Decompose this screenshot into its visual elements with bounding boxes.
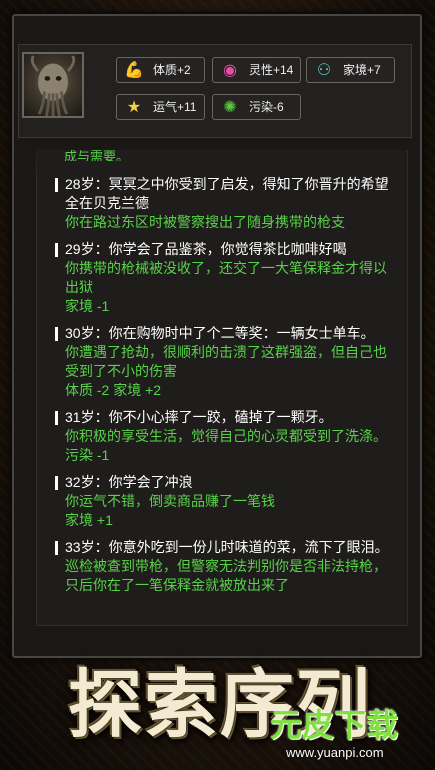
entry-event: 30岁：你在购物时中了个二等奖：一辆女士单车。 (55, 324, 399, 343)
watermark-url: www.yuanpi.com (286, 745, 384, 760)
entry-effect: 家境 -1 (65, 298, 110, 314)
brain-icon: ◉ (223, 62, 237, 79)
entry-outcome: 你遭遇了抢劫，很顺利的击溃了这群强盗，但自己也受到了不小的伤害 (65, 344, 387, 379)
entry-outcome: 巡检被查到带枪，但警察无法判别你是否非法持枪，只后你在了一笔保释金就被放出来了 (65, 558, 387, 593)
stat-label: 运气+11 (153, 100, 197, 114)
family-icon: ⚇ (316, 62, 332, 79)
virus-icon: ✺ (223, 99, 237, 116)
muscle-icon: 💪 (124, 62, 144, 79)
entry-outcome: 你运气不错，倒卖商品赚了一笔钱 (65, 493, 275, 509)
log-entries: 28岁：冥冥之中你受到了启发，得知了你晋升的希望全在贝克兰德 你在路过东区时被警… (55, 175, 399, 603)
log-entry: 32岁：你学会了冲浪 你运气不错，倒卖商品赚了一笔钱 家境 +1 (55, 473, 399, 530)
creature-portrait-icon (30, 55, 76, 116)
life-log[interactable]: 28岁：冥冥之中你受到了启发，得知了你晋升的希望全在贝克兰德 你在路过东区时被警… (36, 150, 408, 626)
stat-label: 体质+2 (153, 63, 191, 77)
log-entry: 30岁：你在购物时中了个二等奖：一辆女士单车。 你遭遇了抢劫，很顺利的击溃了这群… (55, 324, 399, 400)
entry-event: 28岁：冥冥之中你受到了启发，得知了你晋升的希望全在贝克兰德 (55, 175, 399, 213)
character-avatar[interactable] (22, 52, 84, 118)
entry-outcome: 你积极的享受生活，觉得自己的心灵都受到了洗涤。 (65, 428, 387, 444)
entry-outcome: 你携带的枪械被没收了，还交了一大笔保释金才得以出狱 (65, 260, 387, 295)
entry-effect: 污染 -1 (65, 447, 110, 463)
log-entry: 29岁：你学会了品鉴茶，你觉得茶比咖啡好喝 你携带的枪械被没收了，还交了一大笔保… (55, 240, 399, 316)
entry-event: 31岁：你不小心摔了一跤，磕掉了一颗牙。 (55, 408, 399, 427)
entry-effect: 体质 -2 家境 +2 (65, 382, 162, 398)
stat-family[interactable]: ⚇ 家境+7 (306, 57, 395, 83)
stat-spirituality[interactable]: ◉ 灵性+14 (212, 57, 301, 83)
entry-event: 29岁：你学会了品鉴茶，你觉得茶比咖啡好喝 (55, 240, 399, 259)
clipped-log-line: 成与需要。 (64, 150, 130, 161)
log-entry: 28岁：冥冥之中你受到了启发，得知了你晋升的希望全在贝克兰德 你在路过东区时被警… (55, 175, 399, 232)
stat-constitution[interactable]: 💪 体质+2 (116, 57, 205, 83)
stat-label: 污染-6 (249, 100, 284, 114)
stat-label: 家境+7 (343, 63, 381, 77)
entry-event: 33岁：你意外吃到一份儿时味道的菜，流下了眼泪。 (55, 538, 399, 557)
entry-event: 32岁：你学会了冲浪 (55, 473, 399, 492)
site-watermark: 元皮下载 www.yuanpi.com (262, 705, 430, 767)
entry-outcome: 你在路过东区时被警察搜出了随身携带的枪支 (65, 214, 345, 230)
log-entry: 33岁：你意外吃到一份儿时味道的菜，流下了眼泪。 巡检被查到带枪，但警察无法判别… (55, 538, 399, 595)
stat-label: 灵性+14 (249, 63, 294, 77)
entry-effect: 家境 +1 (65, 512, 113, 528)
star-icon: ★ (126, 99, 142, 116)
log-entry: 31岁：你不小心摔了一跤，磕掉了一颗牙。 你积极的享受生活，觉得自己的心灵都受到… (55, 408, 399, 465)
watermark-logo-text: 元皮下载 (270, 706, 399, 744)
stat-luck[interactable]: ★ 运气+11 (116, 94, 205, 120)
stat-pollution[interactable]: ✺ 污染-6 (212, 94, 301, 120)
